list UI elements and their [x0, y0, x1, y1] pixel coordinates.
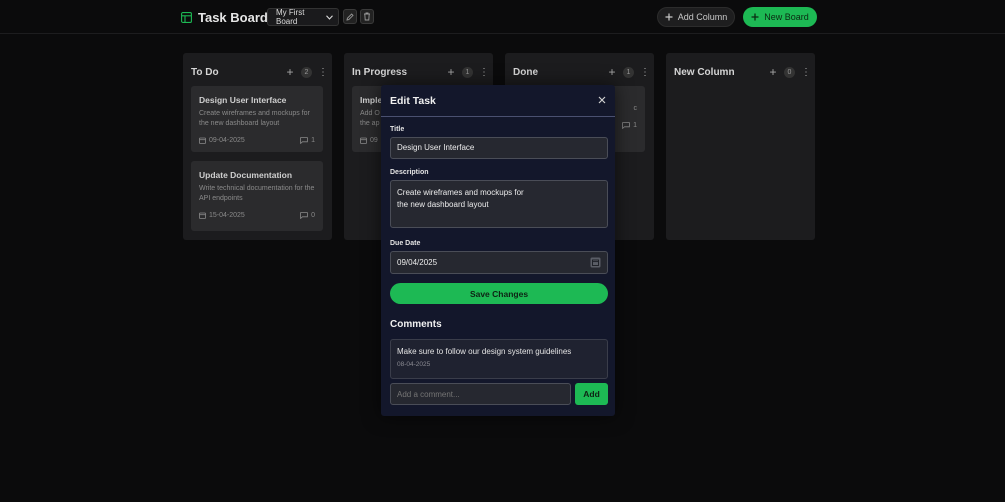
modal-divider	[381, 116, 615, 117]
task-count-badge: 1	[462, 66, 473, 78]
comment-icon	[300, 212, 308, 219]
title-label: Title	[390, 126, 405, 133]
trash-icon	[363, 12, 371, 21]
brand: Task Board	[181, 10, 268, 25]
add-column-button[interactable]: Add Column	[657, 7, 735, 27]
add-task-button[interactable]: +	[445, 65, 457, 79]
plus-icon	[665, 13, 673, 21]
column-menu-icon[interactable]: ⋮	[801, 67, 811, 78]
due-date-label: Due Date	[390, 240, 421, 247]
add-task-button[interactable]: +	[284, 65, 296, 79]
board-select[interactable]: My First Board	[267, 8, 339, 26]
delete-board-button[interactable]	[360, 9, 374, 24]
plus-icon	[751, 13, 759, 21]
task-card[interactable]: Design User Interface Create wireframes …	[191, 86, 323, 152]
task-due-date: 09	[360, 137, 378, 144]
task-comment-count: 1	[622, 122, 637, 129]
column-to-do: To Do + 2 ⋮ Design User Interface Create…	[183, 53, 332, 240]
app-header: Task Board My First Board Add Column New…	[0, 0, 1005, 34]
column-header: Done + 1 ⋮	[513, 65, 650, 79]
task-due-date: 09-04-2025	[199, 137, 245, 144]
task-due-date-text: 09-04-2025	[209, 137, 245, 144]
comment-count-text: 1	[311, 137, 315, 144]
save-changes-button[interactable]: Save Changes	[390, 283, 608, 304]
title-input[interactable]: Design User Interface	[390, 137, 608, 159]
column-menu-icon[interactable]: ⋮	[640, 67, 650, 78]
task-card[interactable]: Update Documentation Write technical doc…	[191, 161, 323, 231]
calendar-icon	[360, 137, 367, 144]
modal-title: Edit Task	[390, 95, 436, 107]
calendar-icon	[199, 212, 206, 219]
new-board-label: New Board	[764, 12, 809, 22]
due-date-input[interactable]: 09/04/2025	[390, 251, 608, 274]
task-due-date: 15-04-2025	[199, 212, 245, 219]
column-header: To Do + 2 ⋮	[191, 65, 328, 79]
column-title: Done	[513, 66, 538, 78]
close-icon[interactable]	[596, 94, 608, 106]
add-comment-button[interactable]: Add	[575, 383, 608, 405]
task-description: Write technical documentation for the AP…	[199, 185, 315, 202]
comment-item: Make sure to follow our design system gu…	[390, 339, 608, 379]
comment-count-text: 0	[311, 212, 315, 219]
column-menu-icon[interactable]: ⋮	[479, 67, 489, 78]
calendar-icon	[199, 137, 206, 144]
column-title: In Progress	[352, 66, 408, 78]
task-meta: 15-04-2025 0	[199, 212, 315, 219]
task-comment-count: 1	[300, 137, 315, 144]
task-title: Design User Interface	[199, 95, 287, 105]
chevron-down-icon	[326, 14, 333, 20]
board-select-value: My First Board	[276, 8, 305, 26]
column-menu-icon[interactable]: ⋮	[318, 67, 328, 78]
comment-date: 08-04-2025	[397, 361, 431, 368]
column-header: New Column + 0 ⋮	[674, 65, 811, 79]
column-title: New Column	[674, 66, 735, 78]
add-column-label: Add Column	[677, 12, 728, 22]
rename-board-button[interactable]	[343, 9, 357, 24]
due-date-value: 09/04/2025	[397, 258, 438, 267]
app-title: Task Board	[198, 10, 268, 25]
column-title: To Do	[191, 66, 219, 78]
task-count-badge: 1	[623, 66, 634, 78]
calendar-icon[interactable]	[590, 257, 601, 268]
comment-icon	[622, 122, 630, 129]
description-label: Description	[390, 169, 429, 176]
comment-text: Make sure to follow our design system gu…	[397, 347, 572, 356]
task-title: Update Documentation	[199, 170, 293, 180]
add-task-button[interactable]: +	[767, 65, 779, 79]
comment-icon	[300, 137, 308, 144]
task-description: Create wireframes and mockups for the ne…	[199, 110, 310, 127]
task-due-date-text: 09	[370, 137, 378, 144]
add-comment-input[interactable]	[390, 383, 571, 405]
add-task-button[interactable]: +	[606, 65, 618, 79]
task-due-date-text: 15-04-2025	[209, 212, 245, 219]
column-new-column: New Column + 0 ⋮	[666, 53, 815, 240]
column-header: In Progress + 1 ⋮	[352, 65, 489, 79]
comment-count-text: 1	[633, 122, 637, 129]
board-layout-icon	[181, 12, 192, 23]
task-count-badge: 2	[301, 66, 312, 78]
description-textarea[interactable]: Create wireframes and mockups for the ne…	[390, 180, 608, 228]
task-count-badge: 0	[784, 66, 795, 78]
task-meta: 09-04-2025 1	[199, 137, 315, 144]
task-comment-count: 0	[300, 212, 315, 219]
edit-task-modal: Edit Task Title Design User Interface De…	[381, 85, 615, 416]
new-board-button[interactable]: New Board	[743, 7, 817, 27]
pencil-icon	[346, 12, 354, 21]
task-description: Add O the ap	[360, 110, 380, 127]
comments-heading: Comments	[390, 319, 442, 330]
